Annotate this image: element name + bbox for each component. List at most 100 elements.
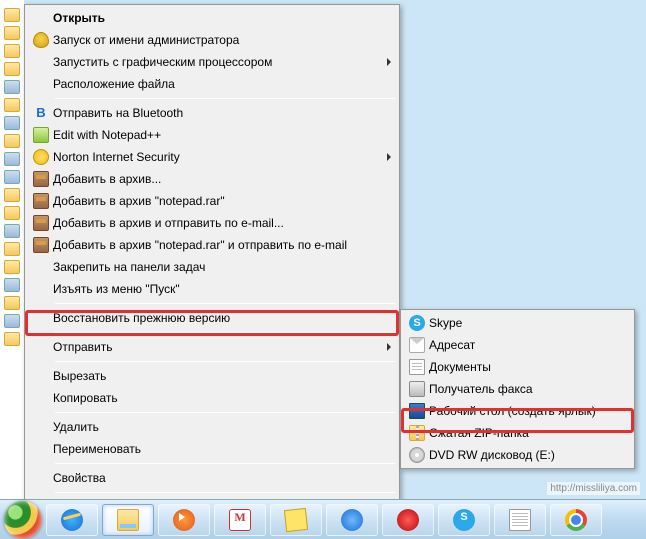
menu-item-label: Документы [429,360,612,374]
main_menu-item[interactable]: Переименовать [27,438,397,460]
submenu-arrow-icon [387,153,391,161]
taskbar-app-round[interactable] [326,504,378,536]
main_menu-item[interactable]: Запустить с графическим процессором [27,51,397,73]
menu-separator [55,492,395,493]
menu-item-label: Открыть [53,11,377,25]
sub_menu-item[interactable]: Документы [403,356,632,378]
explorer-icon [117,509,139,531]
menu-item-label: Добавить в архив и отправить по e-mail..… [53,216,377,230]
zip-icon [405,425,429,441]
menu-separator [55,303,395,304]
menu-separator [55,332,395,333]
main_menu-item[interactable]: Расположение файла [27,73,397,95]
rar-icon [29,171,53,187]
sub_menu-item[interactable]: DVD RW дисковод (E:) [403,444,632,466]
npp-icon [29,127,53,143]
menu-item-label: Копировать [53,391,377,405]
menu-item-label: Добавить в архив "notepad.rar" [53,194,377,208]
menu-item-label: Расположение файла [53,77,377,91]
sub_menu-item[interactable]: Сжатая ZIP-папка [403,422,632,444]
menu-item-label: Изъять из меню "Пуск" [53,282,377,296]
wmp-icon [173,509,195,531]
doc-icon [509,509,531,531]
taskbar: MS [0,499,646,539]
menu-item-label: Адресат [429,338,612,352]
taskbar-chrome[interactable] [550,504,602,536]
norton-icon [29,149,53,165]
menu-separator [55,98,395,99]
fax-icon [405,381,429,397]
main_menu-item[interactable]: Восстановить прежнюю версию [27,307,397,329]
start-button[interactable] [4,501,42,539]
rar-icon [29,215,53,231]
menu-item-label: Skype [429,316,612,330]
main_menu-item[interactable]: Norton Internet Security [27,146,397,168]
menu-item-label: Переименовать [53,442,377,456]
main_menu-item[interactable]: Добавить в архив и отправить по e-mail..… [27,212,397,234]
main_menu-item[interactable]: Добавить в архив "notepad.rar" [27,190,397,212]
menu-item-label: Рабочий стол (создать ярлык) [429,404,612,418]
taskbar-mega[interactable]: M [214,504,266,536]
sub_menu-item[interactable]: Получатель факса [403,378,632,400]
menu-item-label: Запуск от имени администратора [53,33,377,47]
rar-icon [29,193,53,209]
doc-icon [405,359,429,375]
taskbar-skype[interactable]: S [438,504,490,536]
main_menu-item[interactable]: Открыть [27,7,397,29]
taskbar-ie[interactable] [46,504,98,536]
main_menu-item[interactable]: Удалить [27,416,397,438]
mail-icon [405,337,429,353]
taskbar-opera[interactable] [382,504,434,536]
sub_menu-item[interactable]: Адресат [403,334,632,356]
desktop-icon-strip [0,0,24,499]
round-icon [341,509,363,531]
main_menu-item[interactable]: Закрепить на панели задач [27,256,397,278]
main_menu-item[interactable]: Копировать [27,387,397,409]
menu-item-label: Восстановить прежнюю версию [53,311,377,325]
chrome-icon [565,509,587,531]
taskbar-explorer[interactable] [102,504,154,536]
menu-item-label: Удалить [53,420,377,434]
menu-item-label: Вырезать [53,369,377,383]
bt-icon: B [29,105,53,121]
main_menu-item[interactable]: Запуск от имени администратора [27,29,397,51]
menu-separator [55,463,395,464]
skype-icon: S [453,509,475,531]
menu-item-label: Получатель факса [429,382,612,396]
taskbar-notes[interactable] [270,504,322,536]
main_menu-item[interactable]: Edit with Notepad++ [27,124,397,146]
main_menu-item[interactable]: Добавить в архив... [27,168,397,190]
watermark: http://missliliya.com [547,482,640,495]
context-menu-main: Открыть Запуск от имени администратора Зап… [24,4,400,521]
menu-item-label: Отправить [53,340,377,354]
main_menu-item[interactable]: Добавить в архив "notepad.rar" и отправи… [27,234,397,256]
submenu-arrow-icon [387,343,391,351]
menu-separator [55,412,395,413]
menu-item-label: Добавить в архив "notepad.rar" и отправи… [53,238,377,252]
main_menu-item[interactable]: Свойства [27,467,397,489]
opera-icon [397,509,419,531]
m-icon: M [229,509,251,531]
shield-icon [29,32,53,48]
menu-item-label: Отправить на Bluetooth [53,106,377,120]
main_menu-item[interactable]: BОтправить на Bluetooth [27,102,397,124]
note-icon [284,507,308,531]
main_menu-item[interactable]: Изъять из меню "Пуск" [27,278,397,300]
menu-item-label: DVD RW дисковод (E:) [429,448,612,462]
ie-icon [61,509,83,531]
menu-item-label: Добавить в архив... [53,172,377,186]
rar-icon [29,237,53,253]
taskbar-paint[interactable] [494,504,546,536]
menu-item-label: Свойства [53,471,377,485]
menu-item-label: Запустить с графическим процессором [53,55,377,69]
menu-item-label: Edit with Notepad++ [53,128,377,142]
sub_menu-item[interactable]: Рабочий стол (создать ярлык) [403,400,632,422]
main_menu-item[interactable]: Отправить [27,336,397,358]
sub_menu-item[interactable]: SSkype [403,312,632,334]
skype-icon: S [405,315,429,331]
menu-separator [55,361,395,362]
main_menu-item[interactable]: Вырезать [27,365,397,387]
context-menu-sendto: SSkype Адресат Документы Получатель факса Ра… [400,309,635,469]
taskbar-wmp[interactable] [158,504,210,536]
menu-item-label: Norton Internet Security [53,150,377,164]
